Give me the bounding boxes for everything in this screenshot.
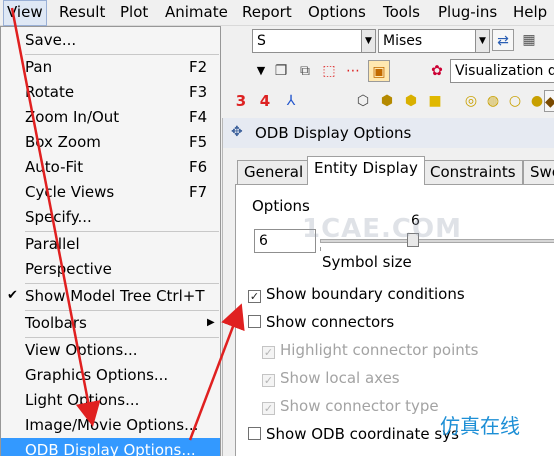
visualization-label: Visualization d [455, 63, 554, 79]
shaded-cube-icon[interactable]: ■ [424, 90, 446, 112]
refresh-icon[interactable]: ⇄ [492, 29, 514, 51]
checkbox-label: Show connectors [266, 313, 395, 331]
menu-options[interactable]: Options [308, 3, 366, 21]
show-connector-type-checkbox: ✓ Show connector type [262, 395, 439, 417]
chevron-down-icon: ▼ [475, 30, 489, 52]
checkbox-checked-icon: ✓ [248, 290, 261, 303]
copy-view-icon[interactable]: ❐ [270, 60, 292, 82]
checkbox-label: Show connector type [280, 397, 439, 415]
menu-item-show-model-tree[interactable]: ✔ Show Model Tree Ctrl+T [1, 284, 220, 308]
toolbar-row-display: ▼ ❐ ⧉ ⬚ ⋯ ▣ ✿ Visualization d [222, 56, 554, 86]
invariant-value: Mises [383, 33, 423, 49]
watermark-center: 1CAE.COM [302, 214, 462, 244]
checkbox-checked-icon: ✓ [262, 374, 275, 387]
toolbar-row-view: 3 4 ⅄ ⬡ ⬢ ⬢ ■ ◎ ◍ ○ ● ◆ [222, 86, 554, 116]
menu-tools[interactable]: Tools [383, 3, 420, 21]
dropdown-icon[interactable]: ▼ [250, 60, 272, 82]
menu-animate[interactable]: Animate [165, 3, 228, 21]
checkbox-label: Show boundary conditions [266, 285, 465, 303]
menu-item-box-zoom[interactable]: Box Zoom F5 [1, 130, 220, 154]
box-select-icon[interactable]: ⬚ [318, 60, 340, 82]
checkbox-label: Show ODB coordinate sys [266, 425, 459, 443]
grid-icon[interactable]: ▦ [518, 29, 540, 51]
menu-item-auto-fit[interactable]: Auto-Fit F6 [1, 155, 220, 179]
toolbar-row-field: S ▼ Mises ▼ ⇄ ▦ [222, 26, 554, 56]
palette-icon[interactable]: ✿ [426, 60, 448, 82]
filled-cube-icon[interactable]: ⬢ [400, 90, 422, 112]
menu-item-toolbars[interactable]: Toolbars ▶ [1, 311, 220, 335]
field-output-value: S [257, 33, 266, 49]
checkbox-unchecked-icon [248, 427, 261, 440]
menu-item-rotate[interactable]: Rotate F3 [1, 80, 220, 104]
axes-icon[interactable]: ⅄ [280, 90, 302, 112]
field-output-combo[interactable]: S ▼ [252, 29, 376, 53]
highlight-icon[interactable]: ◆ [544, 90, 554, 112]
tab-entity-display[interactable]: Entity Display [307, 156, 425, 185]
menu-view[interactable]: View [3, 0, 47, 26]
checkbox-unchecked-icon [248, 315, 261, 328]
highlight-connector-points-checkbox: ✓ Highlight connector points [262, 339, 478, 361]
slider-ticks [320, 247, 554, 251]
chevron-down-icon: ▼ [361, 30, 375, 52]
checkbox-label: Show local axes [280, 369, 400, 387]
tab-sweep[interactable]: Swe [523, 160, 554, 184]
menu-bar: View Result Plot Animate Report Options … [0, 0, 554, 26]
tab-general[interactable]: General [237, 160, 311, 184]
menu-item-zoom[interactable]: Zoom In/Out F4 [1, 105, 220, 129]
menu-item-perspective[interactable]: Perspective [1, 257, 220, 281]
sphere-b-icon[interactable]: ◍ [482, 90, 504, 112]
visualization-combo[interactable]: Visualization d [450, 59, 554, 83]
menu-item-parallel[interactable]: Parallel [1, 232, 220, 256]
sphere-c-icon[interactable]: ○ [504, 90, 526, 112]
box-icon[interactable]: ▣ [368, 60, 390, 82]
query-icon[interactable]: ⧉ [294, 60, 316, 82]
show-odb-coordinate-systems-checkbox[interactable]: Show ODB coordinate sys [248, 423, 459, 445]
sphere-a-icon[interactable]: ◎ [460, 90, 482, 112]
hidden-cube-icon[interactable]: ⬢ [376, 90, 398, 112]
checkbox-label: Highlight connector points [280, 341, 479, 359]
show-boundary-conditions-checkbox[interactable]: ✓ Show boundary conditions [248, 283, 465, 305]
view-3-button[interactable]: 3 [230, 90, 252, 112]
options-label: Options [252, 197, 310, 215]
menu-item-view-options[interactable]: View Options... [1, 338, 220, 362]
invariant-combo[interactable]: Mises ▼ [378, 29, 490, 53]
tab-constraints[interactable]: Constraints [423, 160, 523, 184]
menu-help[interactable]: Help [513, 3, 547, 21]
menu-item-specify[interactable]: Specify... [1, 205, 220, 229]
show-connectors-checkbox[interactable]: Show connectors [248, 311, 394, 333]
menu-plot[interactable]: Plot [120, 3, 148, 21]
dialog-move-icon: ✥ [231, 124, 243, 140]
menu-plug-ins[interactable]: Plug-ins [438, 3, 497, 21]
menu-item-graphics-options[interactable]: Graphics Options... [1, 363, 220, 387]
menu-item-cycle-views[interactable]: Cycle Views F7 [1, 180, 220, 204]
symbol-size-label: Symbol size [322, 253, 412, 271]
show-local-axes-checkbox: ✓ Show local axes [262, 367, 400, 389]
menu-item-image-movie-options[interactable]: Image/Movie Options... [1, 413, 220, 437]
node-select-icon[interactable]: ⋯ [342, 60, 364, 82]
menu-item-light-options[interactable]: Light Options... [1, 388, 220, 412]
menu-report[interactable]: Report [242, 3, 292, 21]
wireframe-cube-icon[interactable]: ⬡ [352, 90, 374, 112]
checkbox-checked-icon: ✓ [262, 346, 275, 359]
dialog-title: ODB Display Options [255, 124, 412, 142]
menu-result[interactable]: Result [59, 3, 105, 21]
menu-item-odb-display-options[interactable]: ODB Display Options... [1, 438, 220, 456]
view-menu-dropdown: Save... Pan F2 Rotate F3 Zoom In/Out F4 Box… [0, 26, 221, 456]
menu-item-save[interactable]: Save... [1, 28, 220, 52]
dialog-title-bar[interactable]: ✥ ODB Display Options [223, 118, 554, 148]
checkbox-checked-icon: ✓ [262, 402, 275, 415]
checkmark-icon: ✔ [7, 288, 18, 303]
view-4-button[interactable]: 4 [254, 90, 276, 112]
watermark-corner: 仿真在线 [440, 414, 520, 438]
submenu-arrow-icon: ▶ [207, 317, 215, 328]
odb-display-options-dialog: ✥ ODB Display Options General Entity Dis… [222, 118, 554, 456]
menu-item-pan[interactable]: Pan F2 [1, 55, 220, 79]
dialog-tabs: General Entity Display Constraints Swe [237, 156, 554, 185]
